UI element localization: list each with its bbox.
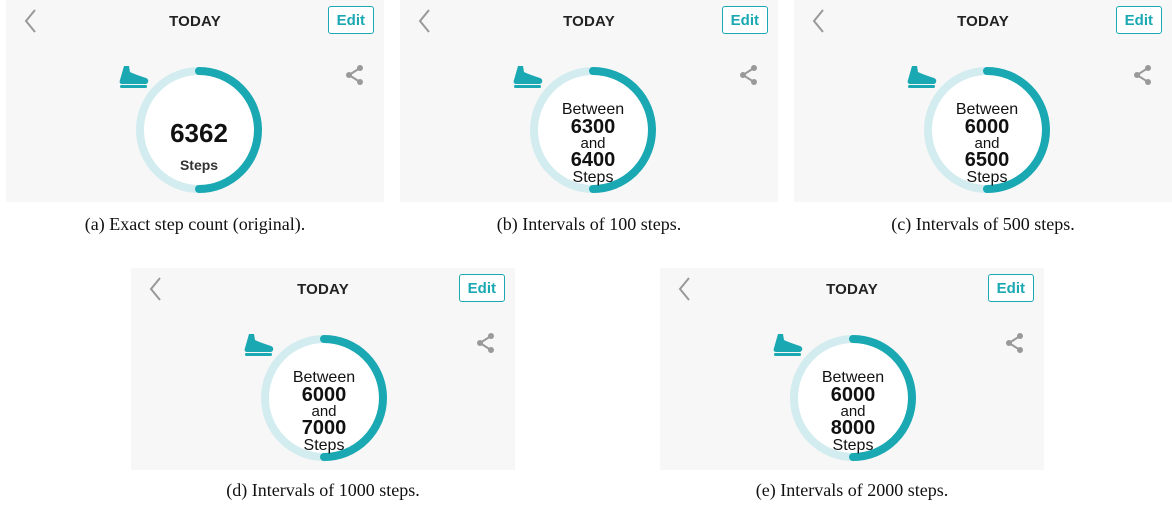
shoe-icon xyxy=(119,66,149,88)
share-icon[interactable] xyxy=(1004,332,1026,354)
range-high: 7000 xyxy=(301,416,347,439)
steps-label: Steps xyxy=(179,157,219,173)
range-high: 6400 xyxy=(570,148,616,171)
step-range: Between 6000 and 6500 Steps xyxy=(921,102,1053,186)
caption-a: (a) Exact step count (original). xyxy=(84,214,306,234)
share-icon[interactable] xyxy=(1132,64,1154,86)
steps-label: Steps xyxy=(966,168,1008,186)
shoe-icon xyxy=(244,334,274,356)
steps-label: Steps xyxy=(303,436,345,454)
step-count: 6362 xyxy=(170,118,228,148)
range-high: 8000 xyxy=(830,416,876,439)
shoe-icon xyxy=(513,66,543,88)
step-range: Between 6000 and 8000 Steps xyxy=(787,370,919,454)
screen-panel-c: TODAY Edit Between 6000 and 6500 Steps xyxy=(794,0,1172,202)
share-icon[interactable] xyxy=(738,64,760,86)
edit-button[interactable]: Edit xyxy=(721,6,768,34)
step-progress-ring: 6362 Steps xyxy=(119,64,265,196)
share-icon[interactable] xyxy=(475,332,497,354)
caption-d: (d) Intervals of 1000 steps. xyxy=(226,480,420,500)
shoe-icon xyxy=(907,66,937,88)
step-range: Between 6000 and 7000 Steps xyxy=(258,370,390,454)
screen-panel-d: TODAY Edit Between 6000 and 7000 Steps xyxy=(131,268,515,470)
page-title: TODAY xyxy=(826,281,878,298)
caption-e: (e) Intervals of 2000 steps. xyxy=(755,480,949,500)
step-progress-ring: Between 6000 and 6500 Steps xyxy=(907,64,1053,196)
edit-button[interactable]: Edit xyxy=(327,6,374,34)
edit-button[interactable]: Edit xyxy=(987,274,1034,302)
step-range: Between 6300 and 6400 Steps xyxy=(527,102,659,186)
steps-label: Steps xyxy=(832,436,874,454)
screen-panel-b: TODAY Edit Between 6300 and 6400 Steps xyxy=(400,0,778,202)
shoe-icon xyxy=(773,334,803,356)
caption-b: (b) Intervals of 100 steps. xyxy=(496,214,682,234)
step-progress-ring: Between 6000 and 8000 Steps xyxy=(773,332,919,464)
steps-label: Steps xyxy=(572,168,614,186)
share-icon[interactable] xyxy=(344,64,366,86)
page-title: TODAY xyxy=(297,281,349,298)
edit-button[interactable]: Edit xyxy=(458,274,505,302)
screen-panel-e: TODAY Edit Between 6000 and 8000 Steps xyxy=(660,268,1044,470)
step-progress-ring: Between 6000 and 7000 Steps xyxy=(244,332,390,464)
range-high: 6500 xyxy=(964,148,1010,171)
edit-button[interactable]: Edit xyxy=(1115,6,1162,34)
caption-c: (c) Intervals of 500 steps. xyxy=(891,214,1075,234)
step-progress-ring: Between 6300 and 6400 Steps xyxy=(513,64,659,196)
screen-panel-a: TODAY Edit 6362 Steps xyxy=(6,0,384,202)
